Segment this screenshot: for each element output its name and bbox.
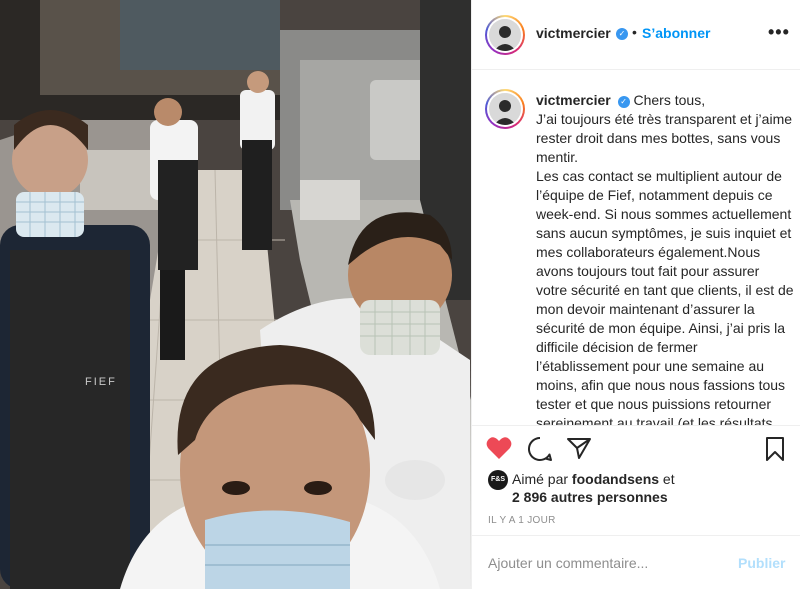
post-caption: victmercier ✓ Chers tous, J’ai toujours … <box>536 91 794 425</box>
post-timestamp[interactable]: IL Y A 1 JOUR <box>488 515 556 526</box>
apron-logo-text: FIEF <box>85 376 117 388</box>
post-details-panel: victmercier ✓ • S’abonner ••• victmercie… <box>471 0 800 589</box>
caption-avatar[interactable] <box>485 89 525 129</box>
separator-dot: • <box>632 24 637 40</box>
avatar-image <box>489 19 521 51</box>
liked-by-prefix: Aimé par <box>512 471 572 487</box>
liked-by-user[interactable]: foodandsens <box>572 471 659 487</box>
post-photo[interactable]: FIEF <box>0 0 471 589</box>
caption-verified-icon: ✓ <box>617 96 630 108</box>
caption-username[interactable]: victmercier <box>536 92 611 108</box>
caption-line-transparency: J’ai toujours été très transparent et j’… <box>536 111 793 165</box>
header-username[interactable]: victmercier <box>536 25 611 41</box>
bookmark-icon[interactable] <box>764 436 786 467</box>
liker-avatar[interactable]: F&S <box>488 470 508 490</box>
caption-line-greeting: Chers tous, <box>633 92 706 108</box>
post-actions: F&S Aimé par foodandsens et 2 896 autres… <box>472 425 800 535</box>
more-icon[interactable]: ••• <box>768 22 790 43</box>
caption-section: victmercier ✓ Chers tous, J’ai toujours … <box>472 71 800 425</box>
follow-button[interactable]: S’abonner <box>642 25 710 41</box>
comment-icon[interactable] <box>527 436 553 467</box>
avatar[interactable] <box>485 15 525 55</box>
caption-avatar-image <box>489 93 521 125</box>
likes-count[interactable]: 2 896 autres personnes <box>512 489 668 505</box>
publish-button[interactable]: Publier <box>738 555 785 571</box>
kitchen-photo: FIEF <box>0 0 471 589</box>
liked-by-line: Aimé par foodandsens et <box>512 471 675 487</box>
share-icon[interactable] <box>566 436 592 465</box>
verified-icon: ✓ <box>616 28 628 40</box>
post-header: victmercier ✓ • S’abonner ••• <box>472 0 800 70</box>
liked-by-suffix: et <box>659 471 675 487</box>
caption-line-announcement: Les cas contact se multiplient autour de… <box>536 168 794 425</box>
comment-input[interactable] <box>488 553 718 573</box>
heart-icon[interactable] <box>486 436 512 465</box>
comment-bar: Publier <box>472 535 800 589</box>
